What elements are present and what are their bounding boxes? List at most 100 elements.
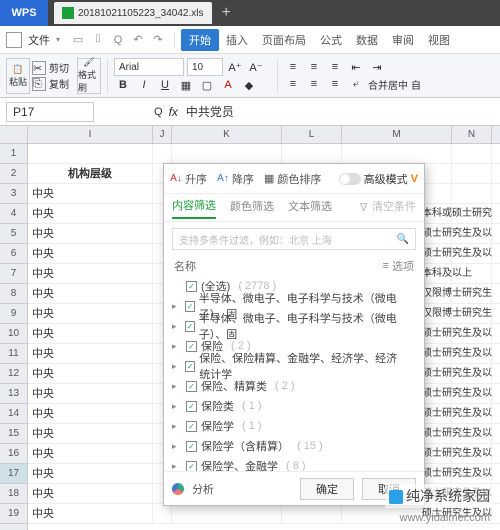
filter-item[interactable]: ▸✓保险学( 1 ) — [172, 416, 416, 436]
print-icon[interactable]: ⌷ — [91, 33, 105, 47]
cell[interactable]: 中央 — [28, 344, 153, 363]
formula-value[interactable]: 中共党员 — [186, 103, 234, 120]
align-right-icon[interactable]: ≡ — [326, 76, 344, 92]
cell[interactable]: 中央 — [28, 264, 153, 283]
row-header[interactable]: 14 — [0, 404, 27, 424]
cut-label[interactable]: 剪切 — [49, 60, 69, 75]
size-select[interactable]: 10 — [187, 58, 223, 76]
tab-color-filter[interactable]: 颜色筛选 — [230, 198, 274, 218]
checkbox-icon[interactable]: ✓ — [186, 461, 197, 472]
align-mid-icon[interactable]: ≡ — [305, 59, 323, 75]
format-painter[interactable]: 🖌 格式刷 — [77, 58, 101, 94]
tab-insert[interactable]: 插入 — [219, 32, 255, 48]
row-header[interactable]: 4 — [0, 204, 27, 224]
col-header-l[interactable]: L — [282, 126, 342, 143]
align-bot-icon[interactable]: ≡ — [326, 59, 344, 75]
col-header-n[interactable]: N — [452, 126, 492, 143]
tab-start[interactable]: 开始 — [181, 29, 219, 51]
cell[interactable]: 中央 — [28, 484, 153, 503]
col-header-k[interactable]: K — [172, 126, 282, 143]
document-tab[interactable]: 20181021105223_34042.xls — [54, 2, 212, 24]
cell[interactable] — [172, 144, 282, 163]
checkbox-icon[interactable]: ✓ — [186, 341, 197, 352]
col-header-m[interactable]: M — [342, 126, 452, 143]
filter-search-input[interactable]: 支持多条件过滤，例如：北京 上海 🔍 — [172, 228, 416, 250]
filter-item[interactable]: ▸✓半导体、微电子、电子科学与技术（微电子）、固 — [172, 316, 416, 336]
underline-icon[interactable]: U — [156, 77, 174, 93]
tab-data[interactable]: 数据 — [349, 32, 385, 48]
cell[interactable]: 中央 — [28, 364, 153, 383]
file-dropdown-icon[interactable]: ▾ — [56, 35, 60, 44]
file-menu[interactable]: 文件 — [28, 32, 50, 48]
tab-layout[interactable]: 页面布局 — [255, 32, 313, 48]
expand-icon[interactable]: ▸ — [172, 361, 181, 372]
cut-icon[interactable]: ✂ — [32, 61, 46, 75]
bold-icon[interactable]: B — [114, 77, 132, 93]
expand-icon[interactable]: ▸ — [172, 301, 181, 312]
preview-icon[interactable]: Q — [111, 33, 125, 47]
align-left-icon[interactable]: ≡ — [284, 76, 302, 92]
copy-label[interactable]: 复制 — [49, 76, 69, 91]
cell[interactable]: 中央 — [28, 424, 153, 443]
options-button[interactable]: ≡选项 — [383, 258, 414, 274]
grow-font-icon[interactable]: A⁺ — [226, 59, 244, 75]
checkbox-icon[interactable]: ✓ — [186, 441, 197, 452]
clear-filter-button[interactable]: ∇清空条件 — [360, 198, 416, 218]
paste-button[interactable]: 📋 粘贴 — [6, 58, 30, 94]
row-header[interactable]: 7 — [0, 264, 27, 284]
expand-icon[interactable]: ▸ — [172, 401, 182, 412]
border-icon[interactable]: ▦ — [177, 77, 195, 93]
new-tab-button[interactable]: + — [222, 4, 231, 22]
checkbox-icon[interactable]: ✓ — [185, 301, 195, 312]
checkbox-icon[interactable]: ✓ — [186, 401, 197, 412]
expand-icon[interactable]: ▸ — [172, 321, 181, 332]
indent-inc-icon[interactable]: ⇥ — [368, 59, 386, 75]
indent-dec-icon[interactable]: ⇤ — [347, 59, 365, 75]
analysis-button[interactable]: 分析 — [192, 481, 214, 497]
row-header[interactable]: 10 — [0, 324, 27, 344]
cell[interactable] — [282, 144, 342, 163]
checkbox-icon[interactable]: ✓ — [186, 381, 197, 392]
tab-formula[interactable]: 公式 — [313, 32, 349, 48]
tab-text-filter[interactable]: 文本筛选 — [288, 198, 332, 218]
row-header[interactable]: 5 — [0, 224, 27, 244]
row-header[interactable]: 1 — [0, 144, 27, 164]
expand-icon[interactable]: ▸ — [172, 381, 182, 392]
row-header[interactable]: 11 — [0, 344, 27, 364]
save-icon[interactable]: ▭ — [71, 33, 85, 47]
tab-view[interactable]: 视图 — [421, 32, 457, 48]
cell[interactable] — [153, 144, 172, 163]
color-sort-button[interactable]: ▦颜色排序 — [264, 171, 321, 187]
tab-review[interactable]: 审阅 — [385, 32, 421, 48]
expand-icon[interactable]: ▸ — [172, 341, 182, 352]
fill-icon[interactable]: ▢ — [198, 77, 216, 93]
filter-item[interactable]: ▸✓保险学（含精算）( 15 ) — [172, 436, 416, 456]
fx-icon[interactable]: fx — [169, 105, 178, 119]
filter-item[interactable]: ▸✓保险、保险精算、金融学、经济学、经济统计学 — [172, 356, 416, 376]
auto-label[interactable]: 自 — [411, 77, 421, 92]
row-header[interactable]: 19 — [0, 504, 27, 524]
cell[interactable]: 中央 — [28, 304, 153, 323]
sort-desc-button[interactable]: A↑降序 — [217, 171, 254, 187]
wrap-icon[interactable]: ⤶ — [347, 76, 365, 92]
filter-item[interactable]: ▸✓保险学、金融学( 8 ) — [172, 456, 416, 471]
cell[interactable]: 中央 — [28, 384, 153, 403]
select-all-corner[interactable] — [0, 126, 28, 143]
shrink-font-icon[interactable]: A⁻ — [247, 59, 265, 75]
checkbox-icon[interactable]: ✓ — [185, 361, 195, 372]
cell[interactable]: 中央 — [28, 224, 153, 243]
expand-icon[interactable]: ▸ — [172, 441, 182, 452]
undo-icon[interactable]: ↶ — [131, 33, 145, 47]
col-header-i[interactable]: I — [28, 126, 153, 143]
font-color-icon[interactable]: A — [219, 77, 237, 93]
row-header[interactable]: 17 — [0, 464, 27, 484]
cell[interactable] — [28, 144, 153, 163]
ok-button[interactable]: 确定 — [300, 478, 354, 500]
cell[interactable]: 中央 — [28, 244, 153, 263]
row-header[interactable]: 15 — [0, 424, 27, 444]
cell[interactable]: 中央 — [28, 444, 153, 463]
checkbox-icon[interactable]: ✓ — [186, 421, 197, 432]
row-header[interactable]: 16 — [0, 444, 27, 464]
align-top-icon[interactable]: ≡ — [284, 59, 302, 75]
merge-label[interactable]: 合并居中 — [368, 77, 408, 92]
